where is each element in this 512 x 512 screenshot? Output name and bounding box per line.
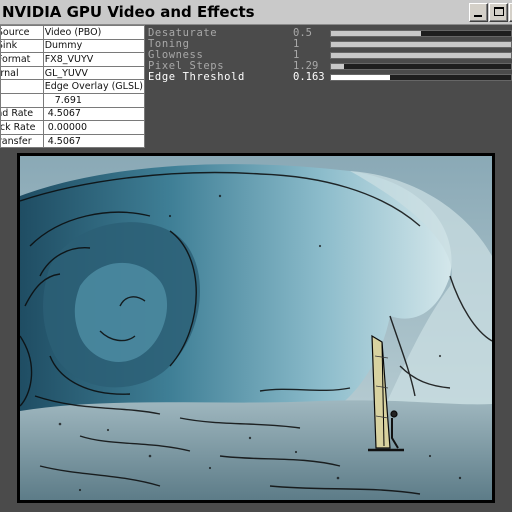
table-row: der Edge Overlay (GLSL) bbox=[0, 79, 146, 94]
slider-fill bbox=[331, 31, 421, 36]
row-value: 4.5067 bbox=[47, 135, 81, 147]
param-slider[interactable] bbox=[330, 74, 512, 81]
row-key: Internal bbox=[0, 67, 19, 79]
slider-fill bbox=[331, 64, 344, 69]
param-edge-threshold[interactable]: Edge Threshold 0.163 bbox=[148, 72, 512, 83]
row-key: der bbox=[1, 81, 41, 92]
param-slider[interactable] bbox=[330, 41, 512, 48]
row-key: S bbox=[1, 95, 41, 106]
video-image bbox=[20, 156, 492, 500]
row-key: ge Source bbox=[1, 26, 30, 38]
video-output[interactable] bbox=[20, 156, 492, 500]
row-value: FX8_VUYV bbox=[44, 53, 94, 65]
param-slider[interactable] bbox=[330, 63, 512, 70]
video-frame bbox=[17, 153, 495, 503]
row-key: nload Rate bbox=[1, 108, 34, 120]
row-value: 7.691 bbox=[54, 94, 82, 106]
row-value: 4.5067 bbox=[47, 108, 81, 120]
title-bar[interactable]: NVIDIA GPU Video and Effects bbox=[0, 0, 512, 25]
minimize-icon bbox=[474, 15, 482, 17]
param-slider[interactable] bbox=[330, 30, 512, 37]
row-value: Edge Overlay (GLSL) bbox=[44, 81, 143, 93]
row-key: ge Format bbox=[1, 53, 31, 65]
table-row: al Transfer 4.5067 bbox=[0, 133, 146, 149]
table-row: dback Rate 0.00000 bbox=[0, 120, 146, 135]
param-label: Edge Threshold bbox=[148, 71, 245, 83]
table-row: Internal GL_YUVV bbox=[0, 65, 146, 81]
table-row: ge Sink Dummy bbox=[0, 38, 146, 54]
maximize-button[interactable] bbox=[489, 3, 508, 22]
slider-fill bbox=[331, 42, 511, 47]
slider-fill bbox=[331, 75, 391, 80]
row-value: 0.00000 bbox=[47, 121, 88, 133]
table-row: S 7.691 bbox=[0, 92, 146, 108]
row-value: Dummy bbox=[44, 40, 83, 52]
effect-params-panel: Desaturate 0.5 Toning 1 Glowness 1 Pixel… bbox=[148, 28, 512, 83]
slider-fill bbox=[331, 53, 511, 58]
row-value: GL_YUVV bbox=[44, 67, 88, 79]
maximize-icon bbox=[494, 7, 504, 16]
stats-table: ge Source Video (PBO) ge Sink Dummy ge F… bbox=[0, 25, 146, 149]
param-value: 0.163 bbox=[293, 71, 325, 83]
param-desaturate[interactable]: Desaturate 0.5 bbox=[148, 28, 512, 39]
row-key: dback Rate bbox=[0, 121, 36, 133]
table-row: ge Source Video (PBO) bbox=[0, 25, 146, 40]
param-slider[interactable] bbox=[330, 52, 512, 59]
table-row: nload Rate 4.5067 bbox=[0, 106, 146, 122]
table-row: ge Format FX8_VUYV bbox=[0, 52, 146, 67]
row-key: al Transfer bbox=[1, 135, 32, 147]
row-value: Video (PBO) bbox=[44, 26, 102, 38]
minimize-button[interactable] bbox=[469, 3, 488, 22]
window-title: NVIDIA GPU Video and Effects bbox=[2, 3, 255, 21]
row-key: ge Sink bbox=[1, 40, 18, 52]
